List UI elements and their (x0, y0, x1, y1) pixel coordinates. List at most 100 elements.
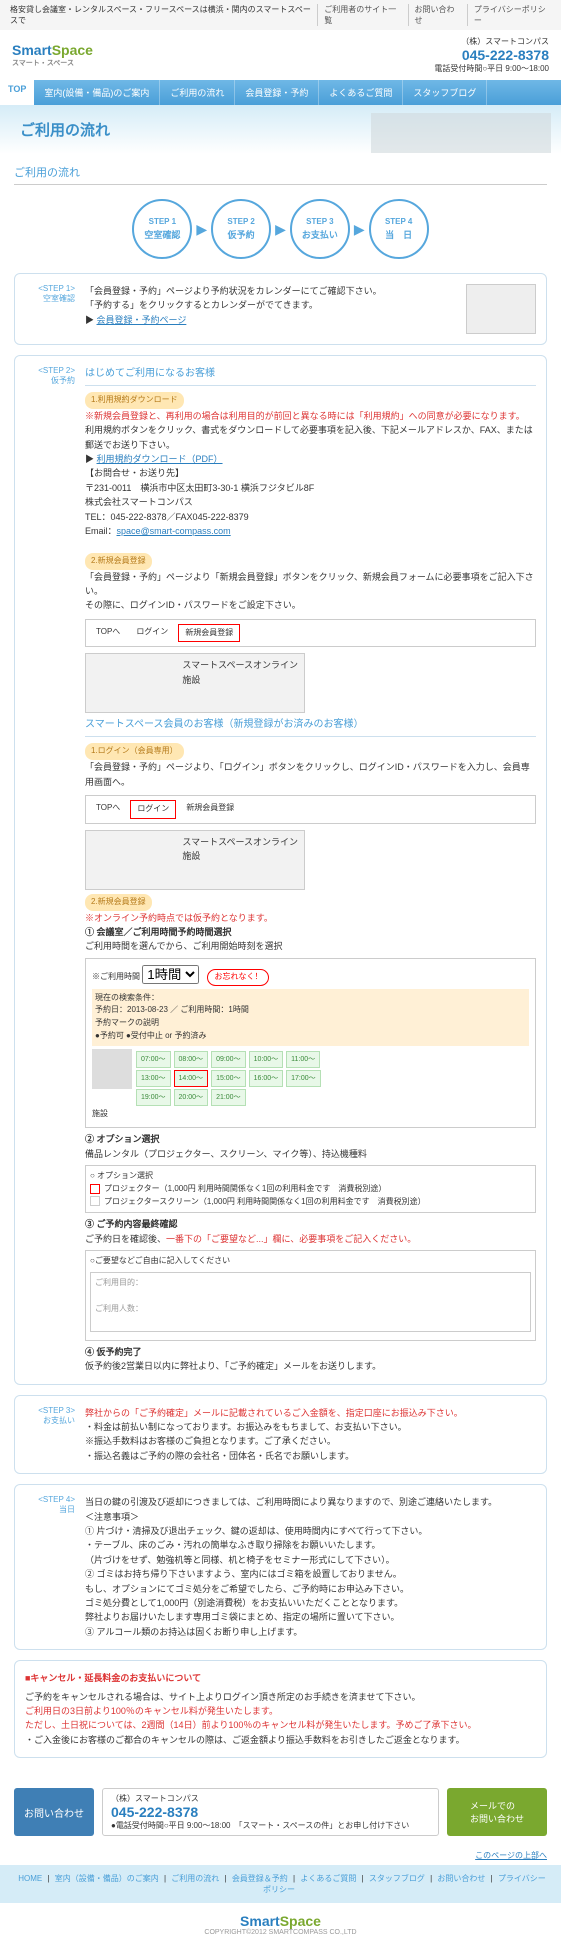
cancel-box: ■キャンセル・延長料金のお支払いについて ご予約をキャンセルされる場合は、サイト… (14, 1660, 547, 1758)
time-slot[interactable]: 11:00〜 (286, 1051, 320, 1068)
sched-mark2: ●予約可 ●受付中止 or 予約済み (95, 1030, 526, 1043)
step3-l2: ※振込手数料はお客様のご負担となります。ご了承ください。 (85, 1434, 536, 1448)
cancel-l2: ・ご入金後にお客様のご都合のキャンセルの際は、ご返金額より振込手数料をお引きした… (25, 1733, 536, 1747)
step2-h4b: 仮予約後2営業日以内に弊社より、「ご予約確定」メールをお送りします。 (85, 1359, 536, 1373)
opt-1: プロジェクター（1,000円 利用時間関係なく1回の利用料金です 消費税別途） (104, 1184, 386, 1193)
arrow-icon: ▶ (354, 221, 365, 238)
step2-h3: ③ ご予約内容最終確認 (85, 1219, 178, 1229)
nav-blog[interactable]: スタッフブログ (403, 80, 487, 105)
pill-login: 1.ログイン（会員専用） (85, 743, 184, 760)
tabs-screenshot-1: TOPへ ログイン 新規会員登録 (85, 619, 536, 648)
copyright: COPYRIGHT©2012 SMARTCOMPASS CO.,LTD (10, 1929, 551, 1936)
toplink-privacy[interactable]: プライバシーポリシー (467, 4, 551, 26)
footer-link[interactable]: よくあるご質問 (300, 1874, 356, 1883)
step-circle-2: STEP 2仮予約 (211, 199, 271, 259)
schedule-screenshot: ※ご利用時間 1時間 お忘れなく！ 現在の検索条件： 予約日：2013-08-2… (85, 958, 536, 1128)
time-slot[interactable]: 15:00〜 (211, 1070, 246, 1087)
time-slot[interactable]: 08:00〜 (174, 1051, 209, 1068)
step4-block: <STEP 4>当日 当日の鍵の引渡及び返却につきましては、ご利用時間により異な… (14, 1484, 547, 1650)
step3-l3: ・振込名義はご予約の際の会社名・団体名・氏名でお願いします。 (85, 1449, 536, 1463)
step3-name: お支払い (43, 1416, 75, 1425)
main-nav: TOP 室内(設備・備品)のご案内 ご利用の流れ 会員登録・予約 よくあるご質問… (0, 80, 561, 105)
page-top-link[interactable]: このページの上部へ (475, 1851, 547, 1860)
cancel-r2: ただし、土日祝については、2週間（14日）前より100％のキャンセル料が発生いた… (25, 1718, 536, 1732)
step4-n3: （片づけをせず、勉強机等と同様、机と椅子をセミナー形式にして下さい）。 (85, 1553, 536, 1567)
hero-image (371, 113, 551, 153)
footer-link[interactable]: スタッフブログ (369, 1874, 425, 1883)
contact-tel: 045-222-8378 (111, 1804, 430, 1820)
sched-date: 予約日：2013-08-23 ／ ご利用時間：1時間 (95, 1004, 526, 1017)
nav-register[interactable]: 会員登録・予約 (235, 80, 319, 105)
nav-home-icon[interactable]: TOP (0, 80, 34, 105)
step1-tag: <STEP 1> (25, 284, 75, 293)
addr-4: Email： (85, 526, 117, 536)
time-slot[interactable]: 09:00〜 (211, 1051, 246, 1068)
sched-mark: 予約マークの説明 (95, 1017, 526, 1030)
download-pdf-link[interactable]: 利用規約ダウンロード（PDF） (97, 454, 223, 464)
email-link[interactable]: space@smart-compass.com (117, 526, 231, 536)
mail-contact-button[interactable]: メールでのお問い合わせ (447, 1788, 547, 1836)
contact-company: （株）スマートコンパス (111, 1793, 430, 1804)
time-slot[interactable]: 19:00〜 (136, 1089, 171, 1106)
tab-register-active: 新規会員登録 (178, 624, 240, 643)
tab-top: TOPへ (90, 624, 126, 643)
opt-2: プロジェクタースクリーン（1,000円 利用時間関係なく1回の利用料金です 消費… (104, 1197, 426, 1206)
step2-block: <STEP 2>仮予約 はじめてご利用になるお客様 1.利用規約ダウンロード ※… (14, 355, 547, 1385)
step2-p4red: ※オンライン予約時点では仮予約となります。 (85, 911, 536, 925)
pill-download: 1.利用規約ダウンロード (85, 392, 184, 409)
step2-name: 仮予約 (51, 376, 75, 385)
footer-link[interactable]: HOME (18, 1874, 42, 1883)
tab-login: ログイン (130, 624, 174, 643)
tab-register: 新規会員登録 (180, 800, 240, 819)
option-box: ○ オプション選択 プロジェクター（1,000円 利用時間関係なく1回の利用料金… (85, 1165, 536, 1213)
step1-thumbnail (466, 284, 536, 334)
room-thumb (92, 1049, 132, 1089)
time-slot[interactable]: 20:00〜 (174, 1089, 209, 1106)
thumb-label: 施設 (92, 1108, 529, 1121)
step3-red: 弊社からの「ご予約確定」メールに記載されているご入金額を、指定口座にお振込み下さ… (85, 1406, 536, 1420)
section-title: ご利用の流れ (14, 164, 547, 185)
step2-p4b: ご利用時間を選んでから、ご利用開始時刻を選択 (85, 939, 536, 953)
step4-n1: ① 片づけ・清掃及び退出チェック、鍵の返却は、使用時間内にすべて行って下さい。 (85, 1524, 536, 1538)
hero: ご利用の流れ (0, 105, 561, 154)
time-slot[interactable]: 13:00〜 (136, 1070, 171, 1087)
step2-p2txt: 「会員登録・予約」ページより「新規会員登録」ボタンをクリック、新規会員フォームに… (85, 570, 536, 599)
nav-faq[interactable]: よくあるご質問 (319, 80, 403, 105)
time-slot[interactable]: 17:00〜 (286, 1070, 321, 1087)
step2-h2b: 備品レンタル（プロジェクター、スクリーン、マイク等）、持込機種料 (85, 1147, 536, 1161)
checkbox-icon[interactable] (90, 1196, 100, 1206)
time-select[interactable]: 1時間 (142, 965, 199, 984)
toplink-contact[interactable]: お問い合わせ (408, 4, 461, 26)
sched-cond-label: 現在の検索条件： (95, 992, 526, 1005)
time-slot[interactable]: 10:00〜 (249, 1051, 284, 1068)
free-textarea[interactable]: ご利用目的： ご利用人数： (90, 1272, 531, 1332)
toplink-user-sites[interactable]: ご利用者のサイト一覧 (317, 4, 401, 26)
contact-label: お問い合わせ (14, 1788, 94, 1836)
steps-diagram: STEP 1空室確認 ▶ STEP 2仮予約 ▶ STEP 3お支払い ▶ ST… (14, 199, 547, 259)
step3-l1: ・料金は前払い制になっております。お振込みをもちまして、お支払い下さい。 (85, 1420, 536, 1434)
nav-flow[interactable]: ご利用の流れ (160, 80, 235, 105)
topbar-tagline: 格安貸し会議室・レンタルスペース・フリースペースは横浜・関内のスマートスペースで (10, 4, 317, 26)
step4-noteh: ＜注意事項＞ (85, 1510, 536, 1524)
time-slot[interactable]: 21:00〜 (211, 1089, 246, 1106)
footer-link[interactable]: お問い合わせ (437, 1874, 485, 1883)
time-slot-selected[interactable]: 14:00〜 (174, 1070, 209, 1087)
footer-link[interactable]: ご利用の流れ (171, 1874, 219, 1883)
step-circle-1: STEP 1空室確認 (132, 199, 192, 259)
footer-link[interactable]: 室内（設備・備品）のご案内 (55, 1874, 159, 1883)
nav-room[interactable]: 室内(設備・備品)のご案内 (34, 80, 160, 105)
step1-link[interactable]: 会員登録・予約ページ (97, 315, 187, 325)
checkbox-icon[interactable] (90, 1184, 100, 1194)
step-circle-3: STEP 3お支払い (290, 199, 350, 259)
time-slot[interactable]: 16:00〜 (249, 1070, 284, 1087)
step4-n6: ゴミ処分費として1,000円（別途消費税）をお支払いいただくこととなります。 (85, 1596, 536, 1610)
step2-h4: ④ 仮予約完了 (85, 1347, 142, 1357)
contact-note: ●電話受付時間○平日 9:00〜18:00 「スマート・スペースの件」とお申し付… (111, 1820, 430, 1831)
step4-name: 当日 (59, 1505, 75, 1514)
step4-n8: ③ アルコール類のお持込は固くお断り申し上げます。 (85, 1625, 536, 1639)
footer-link[interactable]: 会員登録＆予約 (232, 1874, 288, 1883)
step4-tag: <STEP 4> (25, 1495, 75, 1504)
footer-nav: HOME | 室内（設備・備品）のご案内 | ご利用の流れ | 会員登録＆予約 … (0, 1865, 561, 1903)
site-logo[interactable]: SmartSpace スマート・スペース (12, 42, 93, 68)
time-slot[interactable]: 07:00〜 (136, 1051, 171, 1068)
